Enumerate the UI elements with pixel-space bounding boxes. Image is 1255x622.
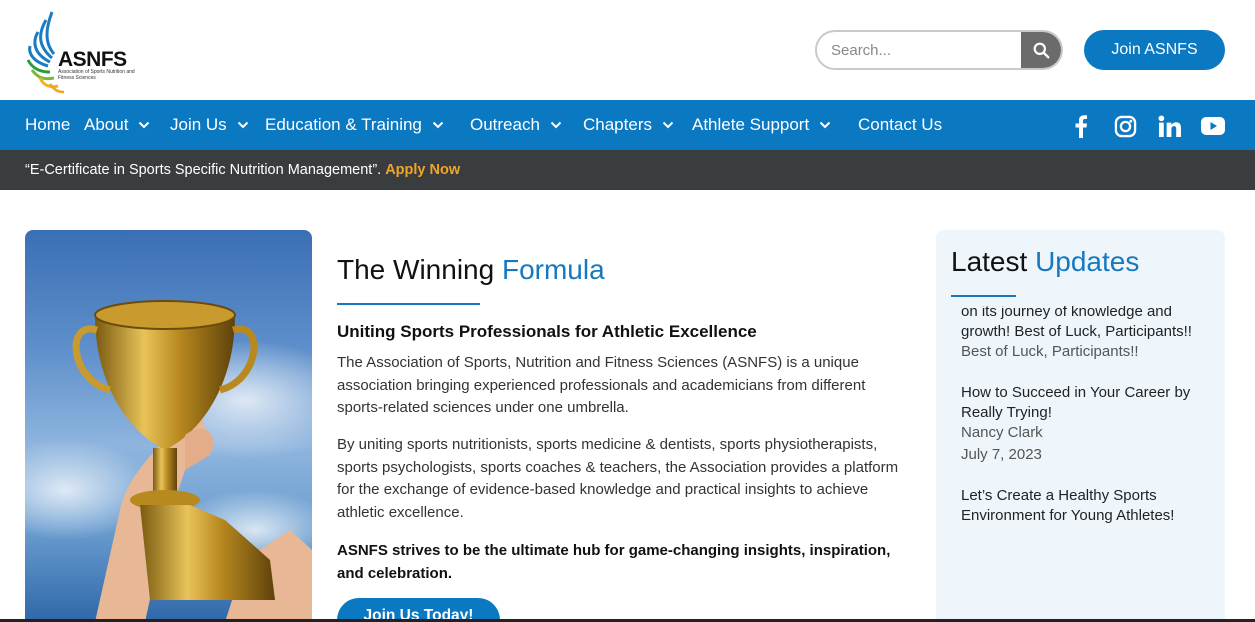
nav-item-chapters[interactable]: Chapters [583, 100, 674, 150]
chevron-down-icon [550, 121, 562, 129]
update-item[interactable]: Let’s Create a Healthy Sports Environmen… [961, 486, 1211, 525]
search-icon [1033, 42, 1049, 58]
updates-title-accent: Updates [1035, 246, 1140, 277]
search-box [815, 30, 1063, 70]
asnfs-logo[interactable]: ASNFS Association of Sports Nutrition an… [24, 8, 135, 94]
facebook-icon[interactable] [1068, 113, 1094, 139]
nav-label: Chapters [583, 115, 652, 134]
nav-label: Athlete Support [692, 115, 810, 134]
section-subtitle: Uniting Sports Professionals for Athleti… [337, 322, 757, 341]
nav-label: Contact Us [858, 115, 943, 134]
intro-paragraph: The Association of Sports, Nutrition and… [337, 354, 866, 416]
nav-item-home[interactable]: Home [25, 100, 70, 150]
update-title: on its journey of knowledge and growth! … [961, 306, 1192, 340]
nav-label: Home [25, 115, 71, 134]
hub-statement: ASNFS strives to be the ultimate hub for… [337, 542, 891, 582]
logo-subtitle: Association of Sports Nutrition and Fitn… [58, 69, 135, 81]
nav-label: Join Us [170, 115, 227, 134]
trophy-illustration-icon [25, 300, 312, 622]
main-nav: Home About Join Us Education & Training … [0, 100, 1255, 150]
search-input[interactable] [817, 32, 1022, 68]
nav-item-outreach[interactable]: Outreach [470, 100, 562, 150]
nav-item-join-us[interactable]: Join Us [170, 100, 249, 150]
updates-title: Latest Updates [951, 246, 1139, 278]
updates-ticker[interactable]: on its journey of knowledge and growth! … [961, 306, 1211, 562]
update-date: July 7, 2023 [961, 446, 1042, 463]
nav-label: Education & Training [265, 115, 422, 134]
page-title: The Winning Formula [337, 254, 605, 286]
update-author: Nancy Clark [961, 424, 1043, 441]
join-asnfs-button[interactable]: Join ASNFS [1084, 30, 1225, 70]
youtube-icon[interactable] [1200, 113, 1226, 139]
chevron-down-icon [662, 121, 674, 129]
trophy-image [25, 230, 312, 622]
nav-item-education-training[interactable]: Education & Training [265, 100, 444, 150]
update-item[interactable]: How to Succeed in Your Career by Really … [961, 383, 1211, 466]
chevron-down-icon [138, 121, 150, 129]
nav-label: Outreach [470, 115, 540, 134]
chevron-down-icon [819, 121, 831, 129]
title-accent: Formula [501, 254, 605, 285]
nav-item-athlete-support[interactable]: Athlete Support [692, 100, 831, 150]
updates-title-prefix: Latest [951, 246, 1028, 277]
nav-label: About [84, 115, 129, 134]
chevron-down-icon [237, 121, 249, 129]
title-prefix: The Winning [337, 254, 495, 285]
announcement-text: “E-Certificate in Sports Specific Nutrit… [25, 162, 382, 178]
title-underline [337, 303, 480, 305]
update-title: Let’s Create a Healthy Sports Environmen… [961, 487, 1175, 524]
search-button[interactable] [1021, 32, 1061, 68]
site-header: ASNFS Association of Sports Nutrition an… [0, 0, 1255, 100]
chevron-down-icon [432, 121, 444, 129]
update-item[interactable]: on its journey of knowledge and growth! … [961, 306, 1211, 363]
latest-updates-panel: Latest Updates on its journey of knowled… [936, 230, 1225, 622]
mission-paragraph: By uniting sports nutritionists, sports … [337, 436, 899, 521]
instagram-icon[interactable] [1112, 113, 1138, 139]
update-excerpt: Best of Luck, Participants!! [961, 343, 1139, 360]
announcement-bar: “E-Certificate in Sports Specific Nutrit… [0, 150, 1255, 190]
nav-item-contact-us[interactable]: Contact Us [858, 100, 942, 150]
updates-list: on its journey of knowledge and growth! … [961, 306, 1211, 545]
nav-item-about[interactable]: About [84, 100, 150, 150]
linkedin-icon[interactable] [1156, 113, 1182, 139]
apply-now-link[interactable]: Apply Now [385, 162, 460, 178]
update-title: How to Succeed in Your Career by Really … [961, 384, 1191, 421]
updates-underline [951, 295, 1016, 297]
